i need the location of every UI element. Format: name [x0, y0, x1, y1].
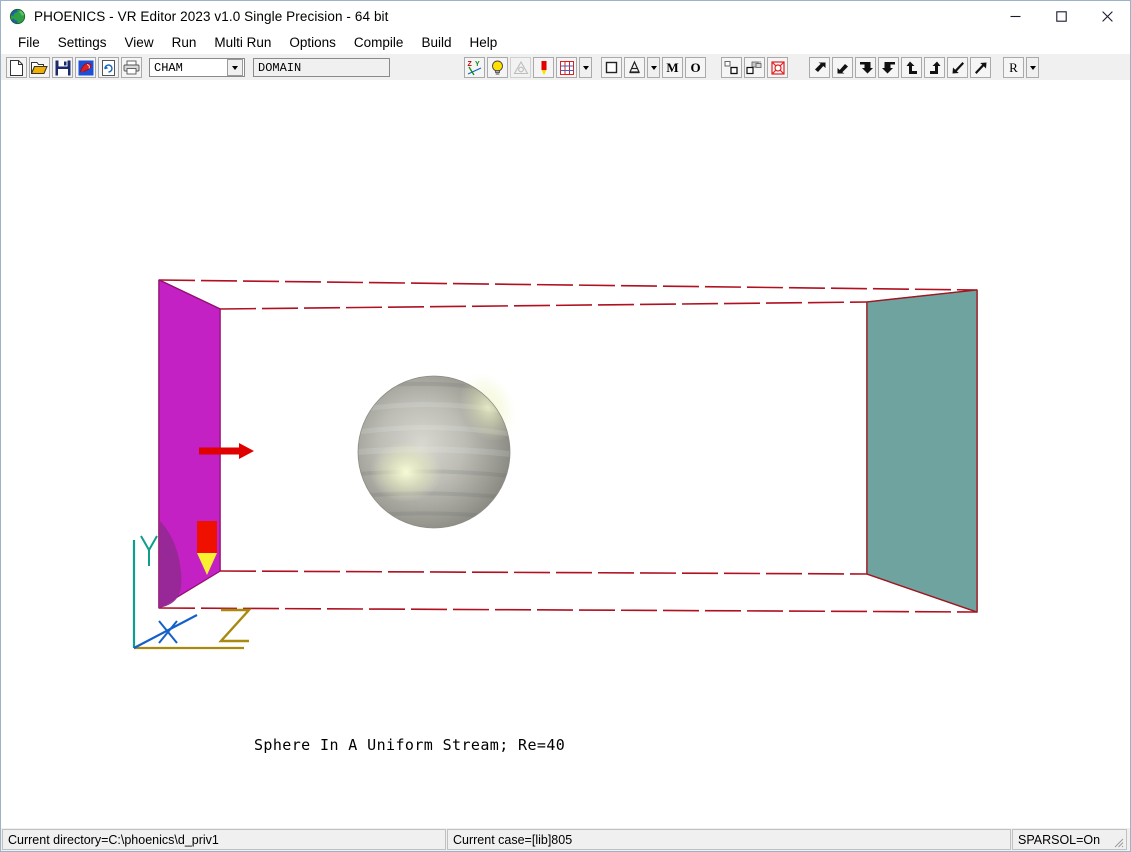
mesh-toggle-label: M [666, 60, 678, 76]
save-icon[interactable] [52, 57, 73, 78]
object-type-combo[interactable]: CHAM [149, 58, 245, 77]
phoenics-vr-editor-window: PHOENICS - VR Editor 2023 v1.0 Single Pr… [0, 0, 1131, 852]
window-title: PHOENICS - VR Editor 2023 v1.0 Single Pr… [34, 9, 389, 24]
reset-view-chevron-down-icon[interactable] [1026, 57, 1039, 78]
object-type-value: CHAM [150, 61, 227, 75]
axis-label-y-glyph [141, 536, 157, 550]
grid-icon[interactable] [556, 57, 577, 78]
arrow-up-turn-icon[interactable] [901, 57, 922, 78]
svg-text:Y: Y [475, 61, 480, 68]
delete-object-icon[interactable] [767, 57, 788, 78]
reset-view-label: R [1009, 60, 1018, 76]
sphere-object[interactable] [358, 363, 527, 528]
print-icon[interactable] [121, 57, 142, 78]
viewport-caption: Sphere In A Uniform Stream; Re=40 [254, 736, 565, 754]
scene-canvas[interactable] [1, 80, 1130, 828]
menu-item-run[interactable]: Run [163, 34, 206, 51]
menu-item-compile[interactable]: Compile [345, 34, 413, 51]
object-toggle-button[interactable]: O [685, 57, 706, 78]
menu-item-options[interactable]: Options [280, 34, 345, 51]
status-bar: Current directory=C:\phoenics\d_priv1 Cu… [1, 828, 1130, 851]
status-current-case: Current case=[lib]805 [447, 829, 1011, 850]
open-folder-icon[interactable] [29, 57, 50, 78]
svg-text:Z: Z [467, 61, 472, 68]
outline-box-icon[interactable] [601, 57, 622, 78]
axis-line-x [134, 615, 197, 648]
close-button[interactable] [1084, 1, 1130, 32]
mesh-toggle-button[interactable]: M [662, 57, 683, 78]
save-as-icon[interactable] [75, 57, 96, 78]
grid-dropdown-chevron-down-icon[interactable] [579, 57, 592, 78]
maximize-button[interactable] [1038, 1, 1084, 32]
title-bar: PHOENICS - VR Editor 2023 v1.0 Single Pr… [1, 1, 1130, 33]
reset-view-button[interactable]: R [1003, 57, 1024, 78]
axes-icon[interactable]: Z Y [464, 57, 485, 78]
toolbar-separator-2 [593, 57, 600, 78]
menu-item-build[interactable]: Build [412, 34, 460, 51]
object-shape-icon[interactable] [624, 57, 645, 78]
menu-item-multi-run[interactable]: Multi Run [205, 34, 280, 51]
toolbar-separator-5 [992, 57, 999, 78]
arrow-up-right-diag-icon[interactable] [970, 57, 991, 78]
status-sparsol-label: SPARSOL=On [1018, 833, 1100, 847]
arrow-down-left-diag-icon[interactable] [947, 57, 968, 78]
toolbar-separator-3 [707, 57, 714, 78]
object-array-icon[interactable] [744, 57, 765, 78]
domain-box-verticals [159, 280, 977, 612]
arrow-down-turn-icon[interactable] [924, 57, 945, 78]
object-toggle-label: O [690, 60, 700, 76]
object-name-field[interactable]: DOMAIN [253, 58, 390, 77]
lightbulb-icon[interactable] [487, 57, 508, 78]
arrow-up-right-icon[interactable] [809, 57, 830, 78]
outlet-plane [867, 290, 977, 612]
menu-bar: File Settings View Run Multi Run Options… [1, 32, 1130, 53]
status-sparsol: SPARSOL=On [1012, 829, 1127, 850]
menu-item-help[interactable]: Help [460, 34, 506, 51]
menu-item-view[interactable]: View [116, 34, 163, 51]
chevron-down-icon[interactable] [227, 59, 243, 76]
toolbar-separator-4 [789, 57, 796, 78]
status-current-directory: Current directory=C:\phoenics\d_priv1 [2, 829, 446, 850]
object-management-icon[interactable] [721, 57, 742, 78]
window-controls [992, 1, 1130, 32]
arrow-turn-right-icon[interactable] [878, 57, 899, 78]
arrow-turn-left-icon[interactable] [855, 57, 876, 78]
toolbar: CHAM DOMAIN Z Y [1, 53, 1130, 82]
probe-marker-icon[interactable] [533, 57, 554, 78]
axis-label-z-glyph [221, 610, 249, 641]
menu-item-settings[interactable]: Settings [49, 34, 116, 51]
axis-label-x-glyph [159, 621, 177, 643]
reload-icon[interactable] [98, 57, 119, 78]
resize-gripper-icon[interactable] [1112, 836, 1124, 848]
minimize-button[interactable] [992, 1, 1038, 32]
toolbar-separator [390, 57, 397, 78]
vr-viewport-3d[interactable]: Sphere In A Uniform Stream; Re=40 [1, 80, 1130, 828]
arrow-down-left-icon[interactable] [832, 57, 853, 78]
object-name-value: DOMAIN [254, 61, 301, 75]
menu-item-file[interactable]: File [9, 34, 49, 51]
globe-icon [9, 8, 26, 25]
object-shape-chevron-down-icon[interactable] [647, 57, 660, 78]
new-file-icon[interactable] [6, 57, 27, 78]
domain-box [159, 280, 977, 612]
probe-view-icon[interactable] [510, 57, 531, 78]
